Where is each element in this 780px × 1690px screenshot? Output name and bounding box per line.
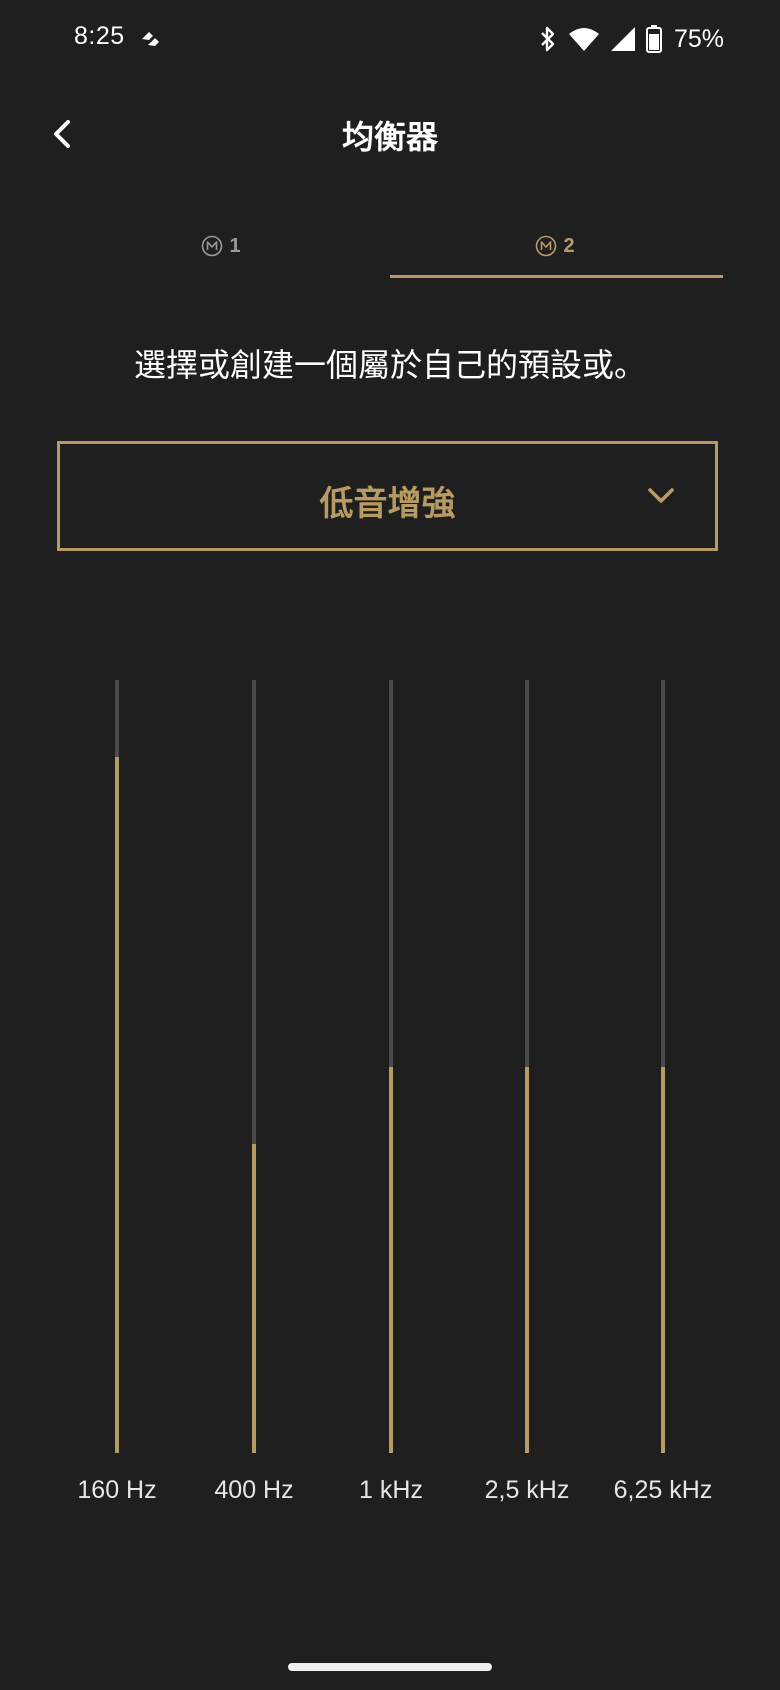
tab-mode-1[interactable]: 1 (56, 216, 386, 276)
battery-icon (645, 25, 662, 53)
status-time: 8:25 (74, 22, 125, 50)
eq-slider-fill (525, 1066, 529, 1453)
equalizer: 160 Hz 400 Hz 1 kHz 2,5 kHz 6,25 kHz (0, 680, 780, 1540)
eq-band-label: 2,5 kHz (484, 1476, 570, 1504)
eq-band-label: 400 Hz (214, 1476, 294, 1504)
tab-mode-2-label: 2 (563, 234, 575, 257)
eq-band-label: 6,25 kHz (613, 1476, 713, 1504)
eq-band-160hz: 160 Hz (57, 680, 177, 1540)
instruction-text: 選擇或創建一個屬於自己的預設或。 (133, 346, 646, 384)
page-title: 均衡器 (341, 118, 438, 156)
m-circle-icon (536, 235, 557, 257)
eq-slider-fill (115, 757, 119, 1453)
tab-mode-1-label: 1 (229, 234, 241, 257)
bluetooth-icon (541, 26, 555, 52)
eq-band-400hz: 400 Hz (194, 680, 314, 1540)
eq-slider-400hz[interactable] (252, 680, 256, 1453)
mode-tabs: 1 2 (0, 200, 780, 280)
eq-slider-2-5khz[interactable] (525, 680, 529, 1453)
eq-slider-fill (661, 1066, 665, 1453)
eq-slider-fill (252, 1143, 256, 1453)
eq-slider-6-25khz[interactable] (661, 680, 665, 1453)
cellular-signal-icon (610, 27, 635, 51)
eq-band-2-5khz: 2,5 kHz (467, 680, 587, 1540)
preset-selected-value: 低音增強 (319, 484, 456, 524)
eq-band-1khz: 1 kHz (331, 680, 451, 1540)
battery-percent: 75% (673, 24, 724, 53)
preset-dropdown[interactable]: 低音增強 (57, 441, 718, 551)
eq-band-6-25khz: 6,25 kHz (603, 680, 723, 1540)
status-bar: 8:25 75% (0, 0, 780, 80)
wifi-icon (568, 28, 599, 51)
eq-band-label: 160 Hz (77, 1476, 157, 1504)
m-circle-icon (202, 235, 223, 257)
eq-slider-fill (389, 1066, 393, 1453)
tab-mode-2[interactable]: 2 (390, 216, 720, 276)
eq-slider-160hz[interactable] (115, 680, 119, 1453)
chevron-down-icon (648, 488, 674, 503)
active-tab-indicator (390, 275, 723, 278)
app-notification-icon (142, 32, 159, 46)
eq-slider-1khz[interactable] (389, 680, 393, 1453)
status-icons: 75% (538, 22, 724, 56)
eq-band-label: 1 kHz (359, 1476, 423, 1504)
header: 均衡器 (0, 96, 780, 168)
home-indicator[interactable] (288, 1663, 492, 1671)
